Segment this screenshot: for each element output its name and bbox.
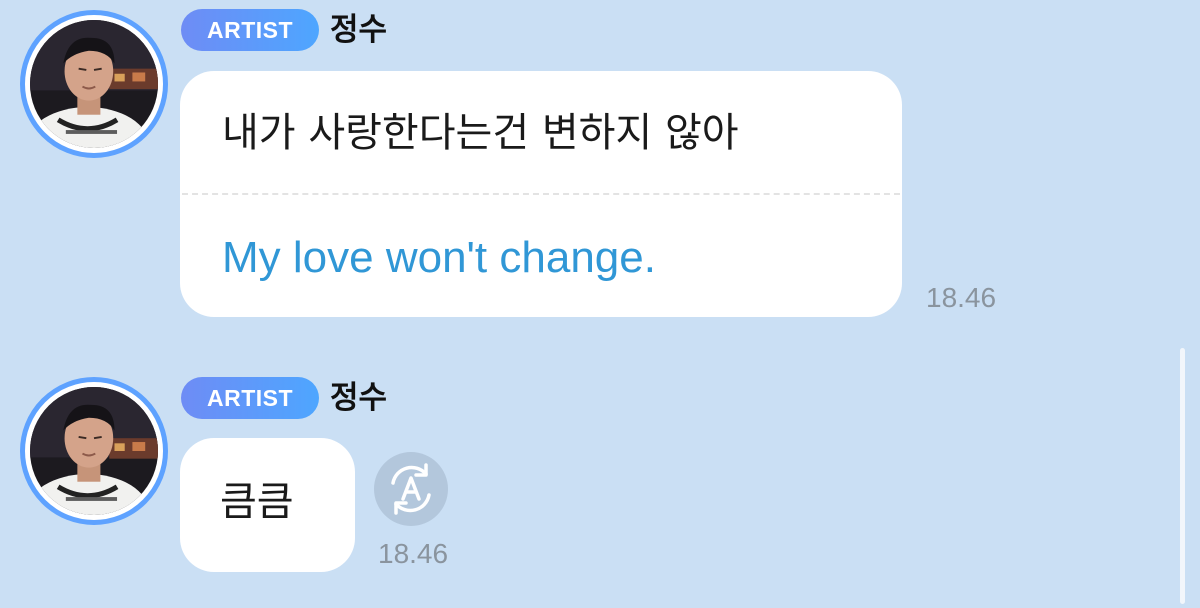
- message-text: 내가 사랑한다는건 변하지 않아: [222, 110, 739, 156]
- artist-avatar[interactable]: [20, 377, 168, 525]
- translated-text: My love won't change.: [222, 233, 656, 282]
- message-text: 큼큼: [220, 479, 294, 525]
- message-2: ARTIST 정수 큼큼 18.46: [0, 370, 1180, 608]
- artist-profile-photo-icon: [30, 387, 158, 515]
- message-1: ARTIST 정수 내가 사랑한다는건 변하지 않아 My love won't…: [0, 0, 1180, 330]
- message-timestamp: 18.46: [378, 538, 449, 569]
- artist-avatar[interactable]: [20, 10, 168, 158]
- artist-badge: ARTIST: [181, 9, 319, 51]
- message-timestamp: 18.46: [926, 282, 997, 313]
- message-bubble[interactable]: 내가 사랑한다는건 변하지 않아 My love won't change.: [180, 71, 902, 317]
- translate-button[interactable]: [374, 452, 448, 526]
- sender-name: 정수: [330, 12, 388, 48]
- sender-name: 정수: [330, 380, 388, 416]
- scrollbar[interactable]: [1180, 348, 1185, 604]
- artist-badge: ARTIST: [181, 377, 319, 419]
- translate-icon: [391, 463, 431, 515]
- message-bubble[interactable]: 큼큼: [180, 438, 355, 572]
- artist-profile-photo-icon: [30, 20, 158, 148]
